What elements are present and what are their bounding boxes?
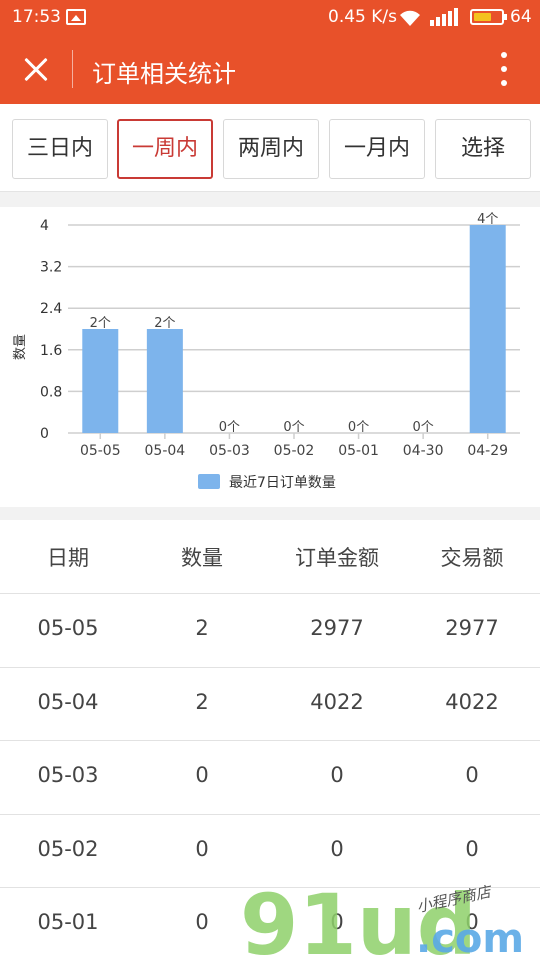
y-tick-label: 1.6: [40, 343, 62, 359]
bar: [82, 329, 119, 433]
bar-data-label: 0个: [413, 420, 434, 435]
app-header: 订单相关统计: [0, 34, 540, 104]
status-bar: 17:53 0.45 K/s 64: [0, 0, 540, 34]
table-header-order-amount: 订单金额: [295, 546, 379, 570]
cell-order-amount: 0: [330, 836, 344, 861]
legend-label: 最近7日订单数量: [229, 475, 336, 491]
x-tick-label: 05-03: [209, 443, 250, 459]
cell-count: 2: [195, 689, 209, 714]
cell-count: 0: [195, 910, 209, 934]
cell-trade-amount: 0: [465, 836, 479, 861]
cell-count: 0: [195, 763, 209, 787]
y-tick-label: 0: [40, 426, 49, 442]
filter-two-weeks[interactable]: 两周内: [223, 119, 319, 179]
bar-data-label: 0个: [219, 420, 240, 435]
x-tick-label: 05-01: [338, 443, 379, 459]
bar-data-label: 0个: [283, 420, 304, 435]
table-header-row: 日期 数量 订单金额 交易额: [0, 520, 540, 594]
wifi-icon: [400, 10, 420, 26]
order-count-chart: 0 0.8 1.6 2.4 3.2 4 数量 2个 05-05 2个 05-04 0个 05-03 0个 0…: [13, 212, 520, 491]
x-tick-label: 05-05: [80, 443, 121, 459]
y-tick-label: 3.2: [40, 260, 62, 276]
page-title: 订单相关统计: [92, 60, 236, 88]
cell-order-amount: 0: [330, 910, 344, 934]
x-tick-label: 05-02: [274, 443, 315, 459]
table-header-count: 数量: [181, 546, 223, 570]
table-row: 05-01 0 0 0: [0, 888, 540, 960]
cell-count: 2: [195, 616, 209, 640]
table-header-trade-amount: 交易额: [440, 546, 504, 570]
table-row: 05-05 2 2977 2977: [0, 594, 540, 668]
cell-date: 05-03: [37, 763, 99, 787]
filter-select[interactable]: 选择: [435, 119, 531, 179]
cell-date: 05-04: [37, 689, 99, 714]
battery-icon: [470, 9, 504, 25]
filter-one-week[interactable]: 一周内: [117, 119, 213, 179]
status-time: 17:53: [12, 7, 61, 27]
y-tick-label: 0.8: [40, 384, 62, 400]
cell-date: 05-01: [37, 910, 99, 934]
close-icon[interactable]: [16, 50, 56, 90]
cell-trade-amount: 0: [465, 763, 479, 787]
x-tick-label: 05-04: [145, 443, 186, 459]
status-net-speed: 0.45 K/s: [328, 7, 397, 27]
bar-data-label: 0个: [348, 420, 369, 435]
battery-percent: 64: [510, 7, 532, 27]
bar: [469, 225, 506, 433]
y-axis-label: 数量: [13, 334, 28, 360]
bar: [146, 329, 183, 433]
chart-panel: 0 0.8 1.6 2.4 3.2 4 数量 2个 05-05 2个 05-04 0个 05-03 0个 0…: [0, 207, 540, 507]
cell-date: 05-02: [37, 836, 99, 861]
table-row: 05-03 0 0 0: [0, 741, 540, 815]
y-tick-label: 4: [40, 218, 49, 234]
cell-order-amount: 2977: [310, 616, 364, 640]
cell-trade-amount: 4022: [445, 689, 499, 714]
cell-order-amount: 4022: [310, 689, 364, 714]
filter-one-month[interactable]: 一月内: [329, 119, 425, 179]
cell-count: 0: [195, 836, 209, 861]
signal-icon: [430, 8, 458, 26]
x-tick-label: 04-29: [467, 443, 508, 459]
bar-data-label: 4个: [477, 212, 498, 227]
bar-data-label: 2个: [90, 316, 111, 331]
battery-tip: [504, 14, 507, 20]
cell-trade-amount: 0: [465, 910, 479, 934]
x-tick-label: 04-30: [403, 443, 444, 459]
more-vertical-icon[interactable]: [492, 48, 516, 90]
table-header-date: 日期: [47, 546, 89, 570]
date-range-filters: 三日内 一周内 两周内 一月内 选择: [0, 104, 540, 192]
order-stats-table: 日期 数量 订单金额 交易额 05-05 2 2977 2977 05-04 2 4022 4…: [0, 520, 540, 960]
legend-swatch: [198, 474, 220, 489]
battery-level: [474, 13, 491, 21]
table-row: 05-02 0 0 0: [0, 815, 540, 888]
cell-order-amount: 0: [330, 763, 344, 787]
bar-data-label: 2个: [154, 316, 175, 331]
cell-trade-amount: 2977: [445, 616, 499, 640]
header-divider: [72, 50, 73, 88]
y-tick-label: 2.4: [40, 301, 62, 317]
picture-icon: [66, 9, 86, 25]
table-row: 05-04 2 4022 4022: [0, 668, 540, 741]
cell-date: 05-05: [37, 616, 99, 640]
filter-three-days[interactable]: 三日内: [12, 119, 108, 179]
